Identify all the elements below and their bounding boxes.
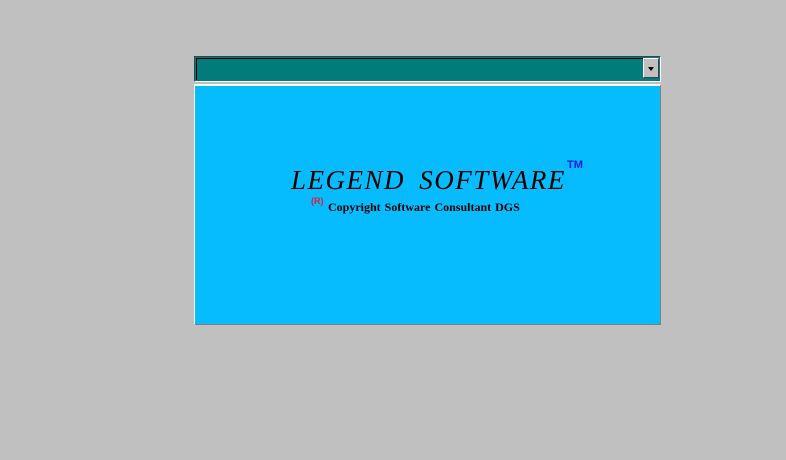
dropdown-value[interactable] [196,58,659,80]
splash-title: LEGEND SOFTWARE [291,165,566,195]
splash-panel: LEGEND SOFTWARE TM (R) Copyright Softwar… [194,84,661,325]
trademark-mark: TM [567,159,583,171]
registered-mark: (R) [311,196,324,206]
chevron-down-icon[interactable] [643,58,659,78]
copyright-text: Copyright Software Consultant DGS [328,200,520,214]
dropdown-combo[interactable] [194,56,661,82]
